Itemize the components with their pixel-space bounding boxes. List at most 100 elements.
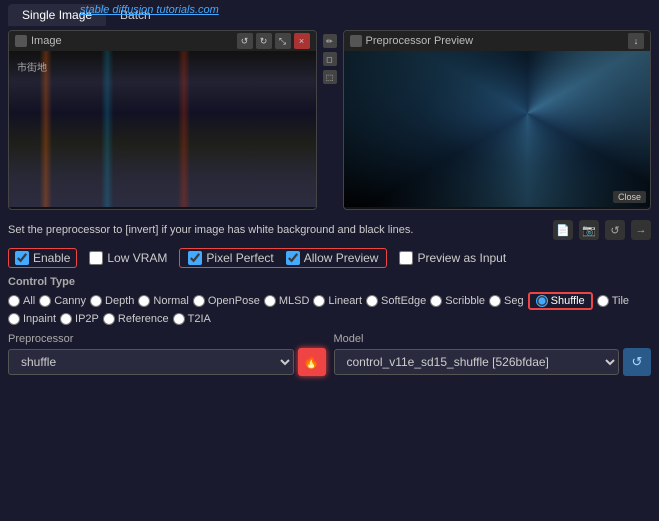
preprocessor-panel-icon bbox=[350, 35, 362, 47]
control-type-label-openpose: OpenPose bbox=[208, 295, 260, 307]
control-type-radio-openpose[interactable] bbox=[193, 295, 205, 307]
allow-preview-checkbox[interactable] bbox=[286, 251, 300, 265]
model-refresh-btn[interactable]: ↺ bbox=[623, 348, 651, 376]
control-type-ip2p[interactable]: IP2P bbox=[60, 313, 99, 325]
control-type-normal[interactable]: Normal bbox=[138, 292, 188, 310]
control-type-radio-seg[interactable] bbox=[489, 295, 501, 307]
info-arrow-btn[interactable]: → bbox=[631, 220, 651, 240]
city-image-display bbox=[9, 51, 316, 207]
control-type-openpose[interactable]: OpenPose bbox=[193, 292, 260, 310]
control-type-reference[interactable]: Reference bbox=[103, 313, 169, 325]
control-type-label-all: All bbox=[23, 295, 35, 307]
enable-label: Enable bbox=[33, 251, 70, 265]
preview-as-input-label: Preview as Input bbox=[417, 251, 506, 265]
control-type-radio-t2ia[interactable] bbox=[173, 313, 185, 325]
image-close-btn[interactable]: × bbox=[294, 33, 310, 49]
checkboxes-row: Enable Low VRAM Pixel Perfect Allow Prev… bbox=[0, 244, 659, 272]
info-text: Set the preprocessor to [invert] if your… bbox=[8, 224, 545, 236]
preview-as-input-checkbox-item[interactable]: Preview as Input bbox=[399, 251, 506, 265]
control-type-label-ip2p: IP2P bbox=[75, 313, 99, 325]
side-btn-3[interactable]: ⬚ bbox=[323, 70, 337, 84]
watermark: stable diffusion tutorials.com bbox=[80, 4, 219, 16]
preprocessor-panel-controls: ↓ bbox=[628, 33, 644, 49]
control-type-label-softedge: SoftEdge bbox=[381, 295, 426, 307]
control-type-radio-ip2p[interactable] bbox=[60, 313, 72, 325]
preview-as-input-checkbox[interactable] bbox=[399, 251, 413, 265]
control-type-inpaint[interactable]: Inpaint bbox=[8, 313, 56, 325]
side-btn-1[interactable]: ✏ bbox=[323, 34, 337, 48]
control-type-all[interactable]: All bbox=[8, 292, 35, 310]
control-type-canny[interactable]: Canny bbox=[39, 292, 86, 310]
low-vram-checkbox[interactable] bbox=[89, 251, 103, 265]
control-type-label-normal: Normal bbox=[153, 295, 188, 307]
low-vram-checkbox-item[interactable]: Low VRAM bbox=[89, 251, 167, 265]
control-type-label-inpaint: Inpaint bbox=[23, 313, 56, 325]
model-section: Model control_v11e_sd15_shuffle [526bfda… bbox=[334, 333, 652, 376]
side-btn-2[interactable]: ◻ bbox=[323, 52, 337, 66]
info-refresh-btn[interactable]: ↺ bbox=[605, 220, 625, 240]
control-type-tile[interactable]: Tile bbox=[597, 292, 629, 310]
preprocessor-panel-header: Preprocessor Preview ↓ bbox=[344, 31, 651, 51]
control-type-radio-shuffle[interactable] bbox=[536, 295, 548, 307]
enable-checkbox-item[interactable]: Enable bbox=[8, 248, 77, 268]
image-panel: Image ↺ ↻ ⤡ × bbox=[8, 30, 317, 210]
preprocessor-select[interactable]: shuffle bbox=[8, 349, 294, 375]
control-type-radio-all[interactable] bbox=[8, 295, 20, 307]
preprocessor-panel-title: Preprocessor Preview bbox=[366, 35, 625, 47]
control-type-radio-scribble[interactable] bbox=[430, 295, 442, 307]
preprocessor-controls: shuffle 🔥 bbox=[8, 348, 326, 376]
images-row: Image ↺ ↻ ⤡ × ✏ ◻ ⬚ Preprocessor Previ bbox=[0, 26, 659, 214]
control-type-label-mlsd: MLSD bbox=[279, 295, 310, 307]
control-type-t2ia[interactable]: T2IA bbox=[173, 313, 211, 325]
preprocessor-model-row: Preprocessor shuffle 🔥 Model control_v11… bbox=[0, 327, 659, 380]
control-type-radio-canny[interactable] bbox=[39, 295, 51, 307]
control-type-label-t2ia: T2IA bbox=[188, 313, 211, 325]
control-type-radio-inpaint[interactable] bbox=[8, 313, 20, 325]
image-rotate-right-btn[interactable]: ↻ bbox=[256, 33, 272, 49]
preprocessor-close-overlay[interactable]: Close bbox=[613, 191, 646, 203]
info-row: Set the preprocessor to [invert] if your… bbox=[0, 214, 659, 244]
image-canvas[interactable] bbox=[9, 51, 316, 207]
side-panel: ✏ ◻ ⬚ bbox=[321, 30, 339, 210]
image-rotate-left-btn[interactable]: ↺ bbox=[237, 33, 253, 49]
control-type-label-lineart: Lineart bbox=[328, 295, 362, 307]
control-type-label-depth: Depth bbox=[105, 295, 134, 307]
control-type-mlsd[interactable]: MLSD bbox=[264, 292, 310, 310]
preprocessor-canvas[interactable]: Close bbox=[344, 51, 651, 207]
image-panel-controls: ↺ ↻ ⤡ × bbox=[237, 33, 310, 49]
model-controls: control_v11e_sd15_shuffle [526bfdae] ↺ bbox=[334, 348, 652, 376]
control-type-depth[interactable]: Depth bbox=[90, 292, 134, 310]
control-type-shuffle[interactable]: Shuffle bbox=[528, 292, 593, 310]
control-type-label-shuffle: Shuffle bbox=[551, 295, 585, 307]
control-type-softedge[interactable]: SoftEdge bbox=[366, 292, 426, 310]
image-expand-btn[interactable]: ⤡ bbox=[275, 33, 291, 49]
control-type-lineart[interactable]: Lineart bbox=[313, 292, 362, 310]
pixel-perfect-checkbox[interactable] bbox=[188, 251, 202, 265]
control-type-grid: All Canny Depth Normal OpenPose MLSD Lineart So… bbox=[0, 290, 659, 327]
control-type-radio-lineart[interactable] bbox=[313, 295, 325, 307]
image-panel-header: Image ↺ ↻ ⤡ × bbox=[9, 31, 316, 51]
control-type-scribble[interactable]: Scribble bbox=[430, 292, 485, 310]
control-type-radio-tile[interactable] bbox=[597, 295, 609, 307]
control-type-radio-reference[interactable] bbox=[103, 313, 115, 325]
control-type-radio-normal[interactable] bbox=[138, 295, 150, 307]
enable-checkbox[interactable] bbox=[15, 251, 29, 265]
preprocessor-fire-btn[interactable]: 🔥 bbox=[298, 348, 326, 376]
control-type-seg[interactable]: Seg bbox=[489, 292, 524, 310]
swirl-image-display bbox=[344, 51, 651, 207]
allow-preview-checkbox-item[interactable]: Allow Preview bbox=[286, 251, 379, 265]
preprocessor-download-btn[interactable]: ↓ bbox=[628, 33, 644, 49]
image-panel-icon bbox=[15, 35, 27, 47]
control-type-radio-mlsd[interactable] bbox=[264, 295, 276, 307]
preprocessor-preview-panel: Preprocessor Preview ↓ Close bbox=[343, 30, 652, 210]
pixel-allow-group: Pixel Perfect Allow Preview bbox=[179, 248, 387, 268]
model-label: Model bbox=[334, 333, 652, 345]
info-doc-btn[interactable]: 📄 bbox=[553, 220, 573, 240]
control-type-label-canny: Canny bbox=[54, 295, 86, 307]
preprocessor-label: Preprocessor bbox=[8, 333, 326, 345]
control-type-radio-depth[interactable] bbox=[90, 295, 102, 307]
model-select[interactable]: control_v11e_sd15_shuffle [526bfdae] bbox=[334, 349, 620, 375]
info-camera-btn[interactable]: 📷 bbox=[579, 220, 599, 240]
pixel-perfect-checkbox-item[interactable]: Pixel Perfect bbox=[188, 251, 273, 265]
control-type-radio-softedge[interactable] bbox=[366, 295, 378, 307]
